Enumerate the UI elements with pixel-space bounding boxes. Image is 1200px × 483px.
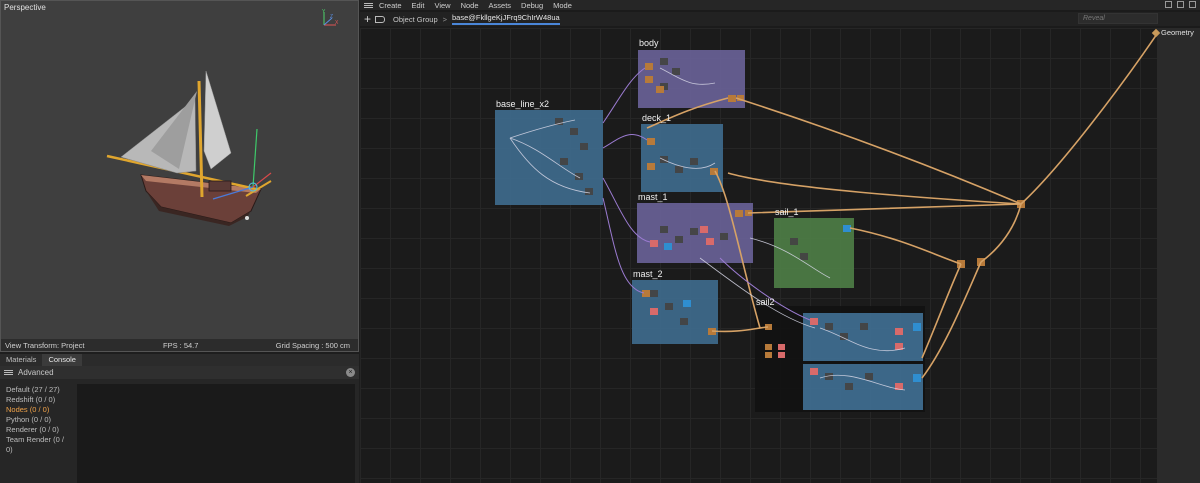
group-sail2-lower[interactable] xyxy=(803,364,923,410)
console-toolbar: Advanced × xyxy=(0,366,359,379)
menu-mode[interactable]: Mode xyxy=(553,1,572,10)
console-item-default[interactable]: Default (27 / 27) xyxy=(6,385,68,395)
fps-label: FPS : 54.7 xyxy=(163,340,199,350)
close-icon[interactable]: × xyxy=(346,368,355,377)
hamburger-menu-icon[interactable] xyxy=(364,2,373,9)
group-sail2-upper[interactable] xyxy=(803,313,923,361)
tab-console[interactable]: Console xyxy=(42,354,82,366)
window-maximize-icon[interactable] xyxy=(1165,1,1172,8)
console-mode-label[interactable]: Advanced xyxy=(18,368,54,377)
breadcrumb-current-asset[interactable]: base@FkllgeKjJFrq9ChIrW48ua xyxy=(452,13,560,25)
group-label-deck-1: deck_1 xyxy=(642,113,672,123)
chevron-right-icon: > xyxy=(442,14,448,24)
group-label-sail-1: sail_1 xyxy=(775,207,799,217)
node-graph-svg[interactable] xyxy=(360,28,1157,483)
output-ports-strip: Geometry xyxy=(1151,28,1200,483)
add-icon[interactable]: + xyxy=(364,13,371,25)
console-output-area[interactable] xyxy=(77,384,355,483)
menu-assets[interactable]: Assets xyxy=(489,1,512,10)
window-tile-icon[interactable] xyxy=(1189,1,1196,8)
group-label-base-line-x2: base_line_x2 xyxy=(496,99,550,109)
console-category-list: Default (27 / 27) Redshift (0 / 0) Nodes… xyxy=(0,382,74,483)
node-editor: Create Edit View Node Assets Debug Mode … xyxy=(360,0,1200,483)
group-deck-1[interactable] xyxy=(641,124,723,192)
tag-icon[interactable] xyxy=(375,15,386,23)
reveal-search-input[interactable]: Reveal xyxy=(1078,13,1158,24)
group-sail-1[interactable] xyxy=(774,218,854,288)
tab-materials[interactable]: Materials xyxy=(0,354,42,366)
geometry-output-label: Geometry xyxy=(1161,28,1194,37)
hamburger-menu-icon[interactable] xyxy=(4,369,13,376)
window-controls xyxy=(1165,1,1196,8)
sailboat-model[interactable] xyxy=(1,1,360,341)
menu-node[interactable]: Node xyxy=(461,1,479,10)
grid-spacing-label: Grid Spacing : 500 cm xyxy=(275,340,350,350)
node-editor-menubar: Create Edit View Node Assets Debug Mode xyxy=(360,0,1200,10)
console-item-team-render[interactable]: Team Render (0 / 0) xyxy=(6,435,68,455)
menu-debug[interactable]: Debug xyxy=(521,1,543,10)
menu-edit[interactable]: Edit xyxy=(412,1,425,10)
console-item-redshift[interactable]: Redshift (0 / 0) xyxy=(6,395,68,405)
menu-view[interactable]: View xyxy=(434,1,450,10)
viewport-perspective[interactable]: Perspective Y X Z View Transform: Projec… xyxy=(0,0,359,352)
group-mast-2[interactable] xyxy=(632,280,718,344)
panel-tabs: Materials Console xyxy=(0,354,359,366)
breadcrumb-object-group[interactable]: Object Group xyxy=(393,15,438,24)
console-item-python[interactable]: Python (0 / 0) xyxy=(6,415,68,425)
window-layout-icon[interactable] xyxy=(1177,1,1184,8)
console-panel: Materials Console Advanced × Default (27… xyxy=(0,354,359,483)
menu-create[interactable]: Create xyxy=(379,1,402,10)
breadcrumb: + Object Group > base@FkllgeKjJFrq9ChIrW… xyxy=(360,12,1200,26)
node-graph-canvas[interactable]: body base_line_x2 deck_1 mast_1 sail_1 m… xyxy=(360,28,1157,483)
group-label-mast-2: mast_2 xyxy=(633,269,663,279)
group-label-sail2: sail2 xyxy=(756,297,775,307)
group-label-body: body xyxy=(639,38,659,48)
console-item-renderer[interactable]: Renderer (0 / 0) xyxy=(6,425,68,435)
group-label-mast-1: mast_1 xyxy=(638,192,668,202)
console-item-nodes[interactable]: Nodes (0 / 0) xyxy=(6,405,68,415)
view-transform-label: View Transform: Project xyxy=(5,340,85,350)
viewport-status-bar: View Transform: Project FPS : 54.7 Grid … xyxy=(1,339,358,351)
